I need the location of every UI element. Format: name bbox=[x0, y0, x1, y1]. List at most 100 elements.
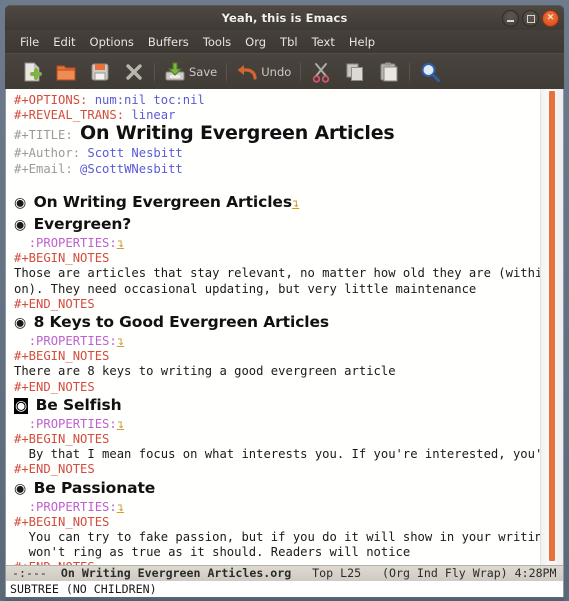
menu-buffers[interactable]: Buffers bbox=[141, 33, 196, 51]
org-headline[interactable]: ◉ Evergreen? bbox=[14, 214, 541, 236]
new-file-button[interactable] bbox=[15, 57, 49, 86]
org-block-begin: #+BEGIN_NOTES bbox=[14, 349, 110, 364]
menu-options[interactable]: Options bbox=[83, 33, 141, 51]
toolbar-separator bbox=[226, 60, 228, 83]
title-bar[interactable]: Yeah, this is Emacs ✕ bbox=[5, 5, 564, 30]
org-body-line: There are 8 keys to writing a good everg… bbox=[14, 364, 396, 379]
modeline-flags: -:--- bbox=[12, 566, 47, 580]
headline-bullet[interactable]: ◉ bbox=[14, 195, 26, 211]
org-body-line: By that I mean focus on what interests y… bbox=[14, 447, 541, 462]
org-properties-drawer[interactable]: :PROPERTIES:↴ bbox=[14, 334, 541, 349]
maximize-button[interactable] bbox=[522, 10, 539, 27]
open-file-button[interactable] bbox=[49, 57, 83, 86]
org-headline[interactable]: ◉ Be Selfish bbox=[14, 395, 541, 417]
close-x-icon bbox=[126, 63, 142, 80]
org-block-begin: #+BEGIN_NOTES bbox=[14, 432, 110, 447]
undo-icon bbox=[238, 64, 257, 80]
headline-bullet[interactable]: ◉ bbox=[14, 315, 26, 331]
org-keyword-title: #+TITLE: On Writing Evergreen Articles bbox=[14, 122, 395, 145]
org-headline[interactable]: ◉ On Writing Evergreen Articles↴ bbox=[14, 192, 541, 214]
search-magnifier-icon bbox=[421, 62, 441, 82]
org-block-end: #+END_NOTES bbox=[14, 296, 95, 311]
org-properties-drawer[interactable]: :PROPERTIES:↴ bbox=[14, 236, 541, 251]
fold-marker-icon[interactable]: ↴ bbox=[292, 196, 299, 210]
window-title: Yeah, this is Emacs bbox=[221, 11, 348, 25]
fold-marker-icon[interactable]: ↴ bbox=[117, 417, 124, 431]
save-label: Save bbox=[189, 64, 218, 79]
org-keyword-reveal-trans: #+REVEAL_TRANS: linear bbox=[14, 108, 176, 123]
modeline-position: Top bbox=[312, 566, 334, 580]
org-headline[interactable]: ◉ Be Passionate bbox=[14, 478, 541, 500]
menu-tbl[interactable]: Tbl bbox=[273, 33, 305, 51]
vertical-scrollbar[interactable] bbox=[540, 89, 563, 567]
cut-scissors-icon bbox=[313, 62, 330, 83]
menu-edit[interactable]: Edit bbox=[46, 33, 82, 51]
undo-button[interactable]: Undo bbox=[230, 57, 297, 86]
org-keyword-email: #+Email: @ScottWNesbitt bbox=[14, 161, 183, 176]
copy-icon bbox=[346, 63, 364, 81]
modeline-buffer-name[interactable]: On Writing Evergreen Articles.org bbox=[61, 566, 291, 580]
menu-help[interactable]: Help bbox=[342, 33, 382, 51]
menu-text[interactable]: Text bbox=[305, 33, 342, 51]
emacs-window: Yeah, this is Emacs ✕ File Edit Options … bbox=[0, 0, 569, 601]
save-button[interactable]: Save bbox=[158, 57, 223, 86]
menu-file[interactable]: File bbox=[13, 33, 46, 51]
paste-button[interactable] bbox=[372, 57, 406, 86]
emacs-frame: #+OPTIONS: num:nil toc:nil #+REVEAL_TRAN… bbox=[5, 89, 564, 597]
copy-button[interactable] bbox=[338, 57, 372, 86]
fold-marker-icon[interactable]: ↴ bbox=[117, 500, 124, 514]
modeline-modes[interactable]: (Org Ind Fly Wrap) bbox=[382, 566, 508, 580]
org-properties-drawer[interactable]: :PROPERTIES:↴ bbox=[14, 500, 541, 515]
menu-org[interactable]: Org bbox=[238, 33, 273, 51]
org-block-begin: #+BEGIN_NOTES bbox=[14, 514, 110, 529]
window-bottom-border bbox=[5, 597, 564, 601]
modeline-line-number: L25 bbox=[340, 566, 362, 580]
minimize-button[interactable] bbox=[502, 10, 519, 27]
headline-text: Be Selfish bbox=[35, 395, 122, 414]
headline-text: On Writing Evergreen Articles bbox=[33, 193, 292, 212]
close-button[interactable]: ✕ bbox=[542, 10, 559, 27]
org-headline[interactable]: ◉ 8 Keys to Good Evergreen Articles bbox=[14, 312, 541, 334]
save-icon bbox=[165, 62, 185, 80]
buffer-text-area[interactable]: #+OPTIONS: num:nil toc:nil #+REVEAL_TRAN… bbox=[6, 89, 541, 567]
org-body-line: won't ring as true as it should. Readers… bbox=[14, 545, 411, 560]
org-body-line: You can try to fake passion, but if you … bbox=[14, 530, 541, 545]
close-icon: ✕ bbox=[546, 13, 555, 23]
scrollbar-thumb[interactable] bbox=[549, 91, 555, 561]
modeline-time: 4:28PM bbox=[514, 566, 557, 580]
fold-marker-icon[interactable]: ↴ bbox=[117, 334, 124, 348]
echo-area: SUBTREE (NO CHILDREN) bbox=[6, 581, 563, 597]
headline-text: Evergreen? bbox=[33, 215, 132, 234]
org-properties-drawer[interactable]: :PROPERTIES:↴ bbox=[14, 417, 541, 432]
menu-bar: File Edit Options Buffers Tools Org Tbl … bbox=[5, 30, 564, 53]
open-folder-icon bbox=[56, 65, 76, 80]
menu-tools[interactable]: Tools bbox=[196, 33, 238, 51]
headline-text: 8 Keys to Good Evergreen Articles bbox=[33, 313, 330, 332]
headline-bullet[interactable]: ◉ bbox=[14, 217, 26, 233]
cursor-block[interactable]: ◉ bbox=[14, 397, 29, 414]
new-file-icon bbox=[24, 62, 42, 81]
org-block-end: #+END_NOTES bbox=[14, 462, 95, 477]
save-as-button[interactable] bbox=[83, 57, 117, 86]
mode-line: -:--- On Writing Evergreen Articles.org … bbox=[6, 565, 563, 581]
toolbar-separator bbox=[300, 60, 302, 83]
org-block-end: #+END_NOTES bbox=[14, 379, 95, 394]
close-buffer-button[interactable] bbox=[117, 57, 151, 86]
headline-text: Be Passionate bbox=[33, 478, 156, 497]
search-button[interactable] bbox=[413, 57, 447, 86]
org-body-line: on). They need occasional updating, but … bbox=[14, 281, 477, 296]
org-block-begin: #+BEGIN_NOTES bbox=[14, 251, 110, 266]
toolbar-separator bbox=[409, 60, 411, 83]
save-as-disk-icon bbox=[91, 63, 109, 80]
window-controls: ✕ bbox=[502, 10, 559, 27]
toolbar-separator bbox=[154, 60, 155, 83]
fold-marker-icon[interactable]: ↴ bbox=[117, 236, 124, 250]
org-body-line: Those are articles that stay relevant, n… bbox=[14, 266, 541, 281]
maximize-icon bbox=[526, 14, 535, 23]
tool-bar: Save Undo bbox=[5, 53, 564, 89]
paste-icon bbox=[380, 62, 398, 81]
headline-bullet[interactable]: ◉ bbox=[14, 481, 26, 497]
undo-label: Undo bbox=[261, 64, 292, 79]
cut-button[interactable] bbox=[304, 57, 338, 86]
